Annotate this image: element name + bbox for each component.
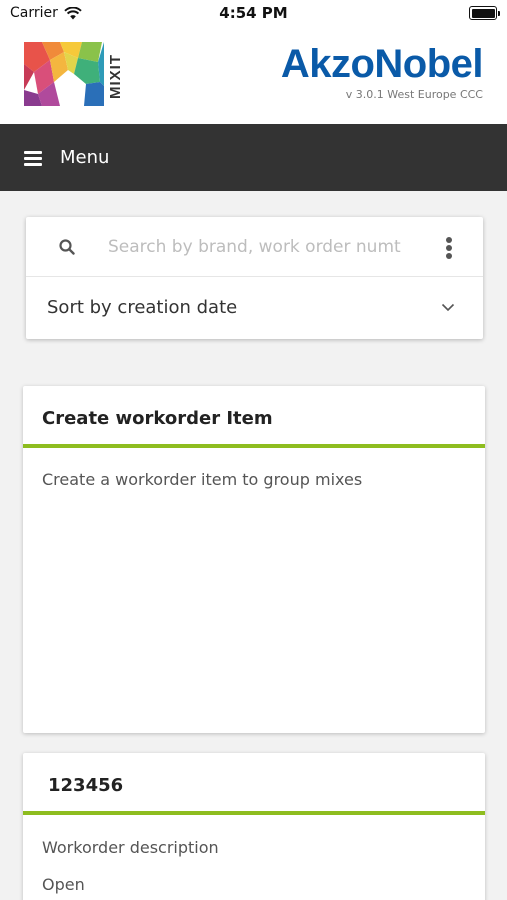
brand-block: AkzoNobel v 3.0.1 West Europe CCC <box>280 40 484 101</box>
search-icon <box>59 239 75 255</box>
more-vertical-icon[interactable] <box>445 237 453 259</box>
logo-text: MIXIT <box>106 53 124 99</box>
app-version: v 3.0.1 West Europe CCC <box>345 88 483 101</box>
search-row <box>26 217 483 277</box>
create-workorder-card[interactable]: Create workorder Item Create a workorder… <box>23 386 485 733</box>
menu-label: Menu <box>60 147 110 168</box>
card-status: Open <box>42 875 85 894</box>
card-description: Create a workorder item to group mixes <box>42 470 363 489</box>
chevron-down-icon <box>441 303 455 312</box>
menu-button[interactable]: Menu <box>0 124 507 191</box>
search-input[interactable] <box>108 231 408 263</box>
card-description: Workorder description <box>42 838 219 857</box>
status-bar: Carrier 4:54 PM <box>0 0 507 26</box>
workorder-card[interactable]: 123456 Workorder description Open <box>23 753 485 900</box>
card-title: 123456 <box>48 775 124 796</box>
card-title: Create workorder Item <box>42 408 273 429</box>
battery-icon <box>469 6 500 20</box>
mixit-wordmark: MIXIT <box>104 46 126 106</box>
status-time: 4:54 PM <box>219 4 288 22</box>
search-sort-panel: Sort by creation date <box>26 217 483 339</box>
brand-name: AkzoNobel <box>280 42 484 86</box>
card-accent-line <box>23 444 485 448</box>
app-header: MIXIT AkzoNobel v 3.0.1 West Europe CCC <box>0 26 507 124</box>
sort-dropdown[interactable]: Sort by creation date <box>26 278 483 339</box>
card-accent-line <box>23 811 485 815</box>
hamburger-icon <box>24 150 42 166</box>
sort-label: Sort by creation date <box>47 297 238 318</box>
